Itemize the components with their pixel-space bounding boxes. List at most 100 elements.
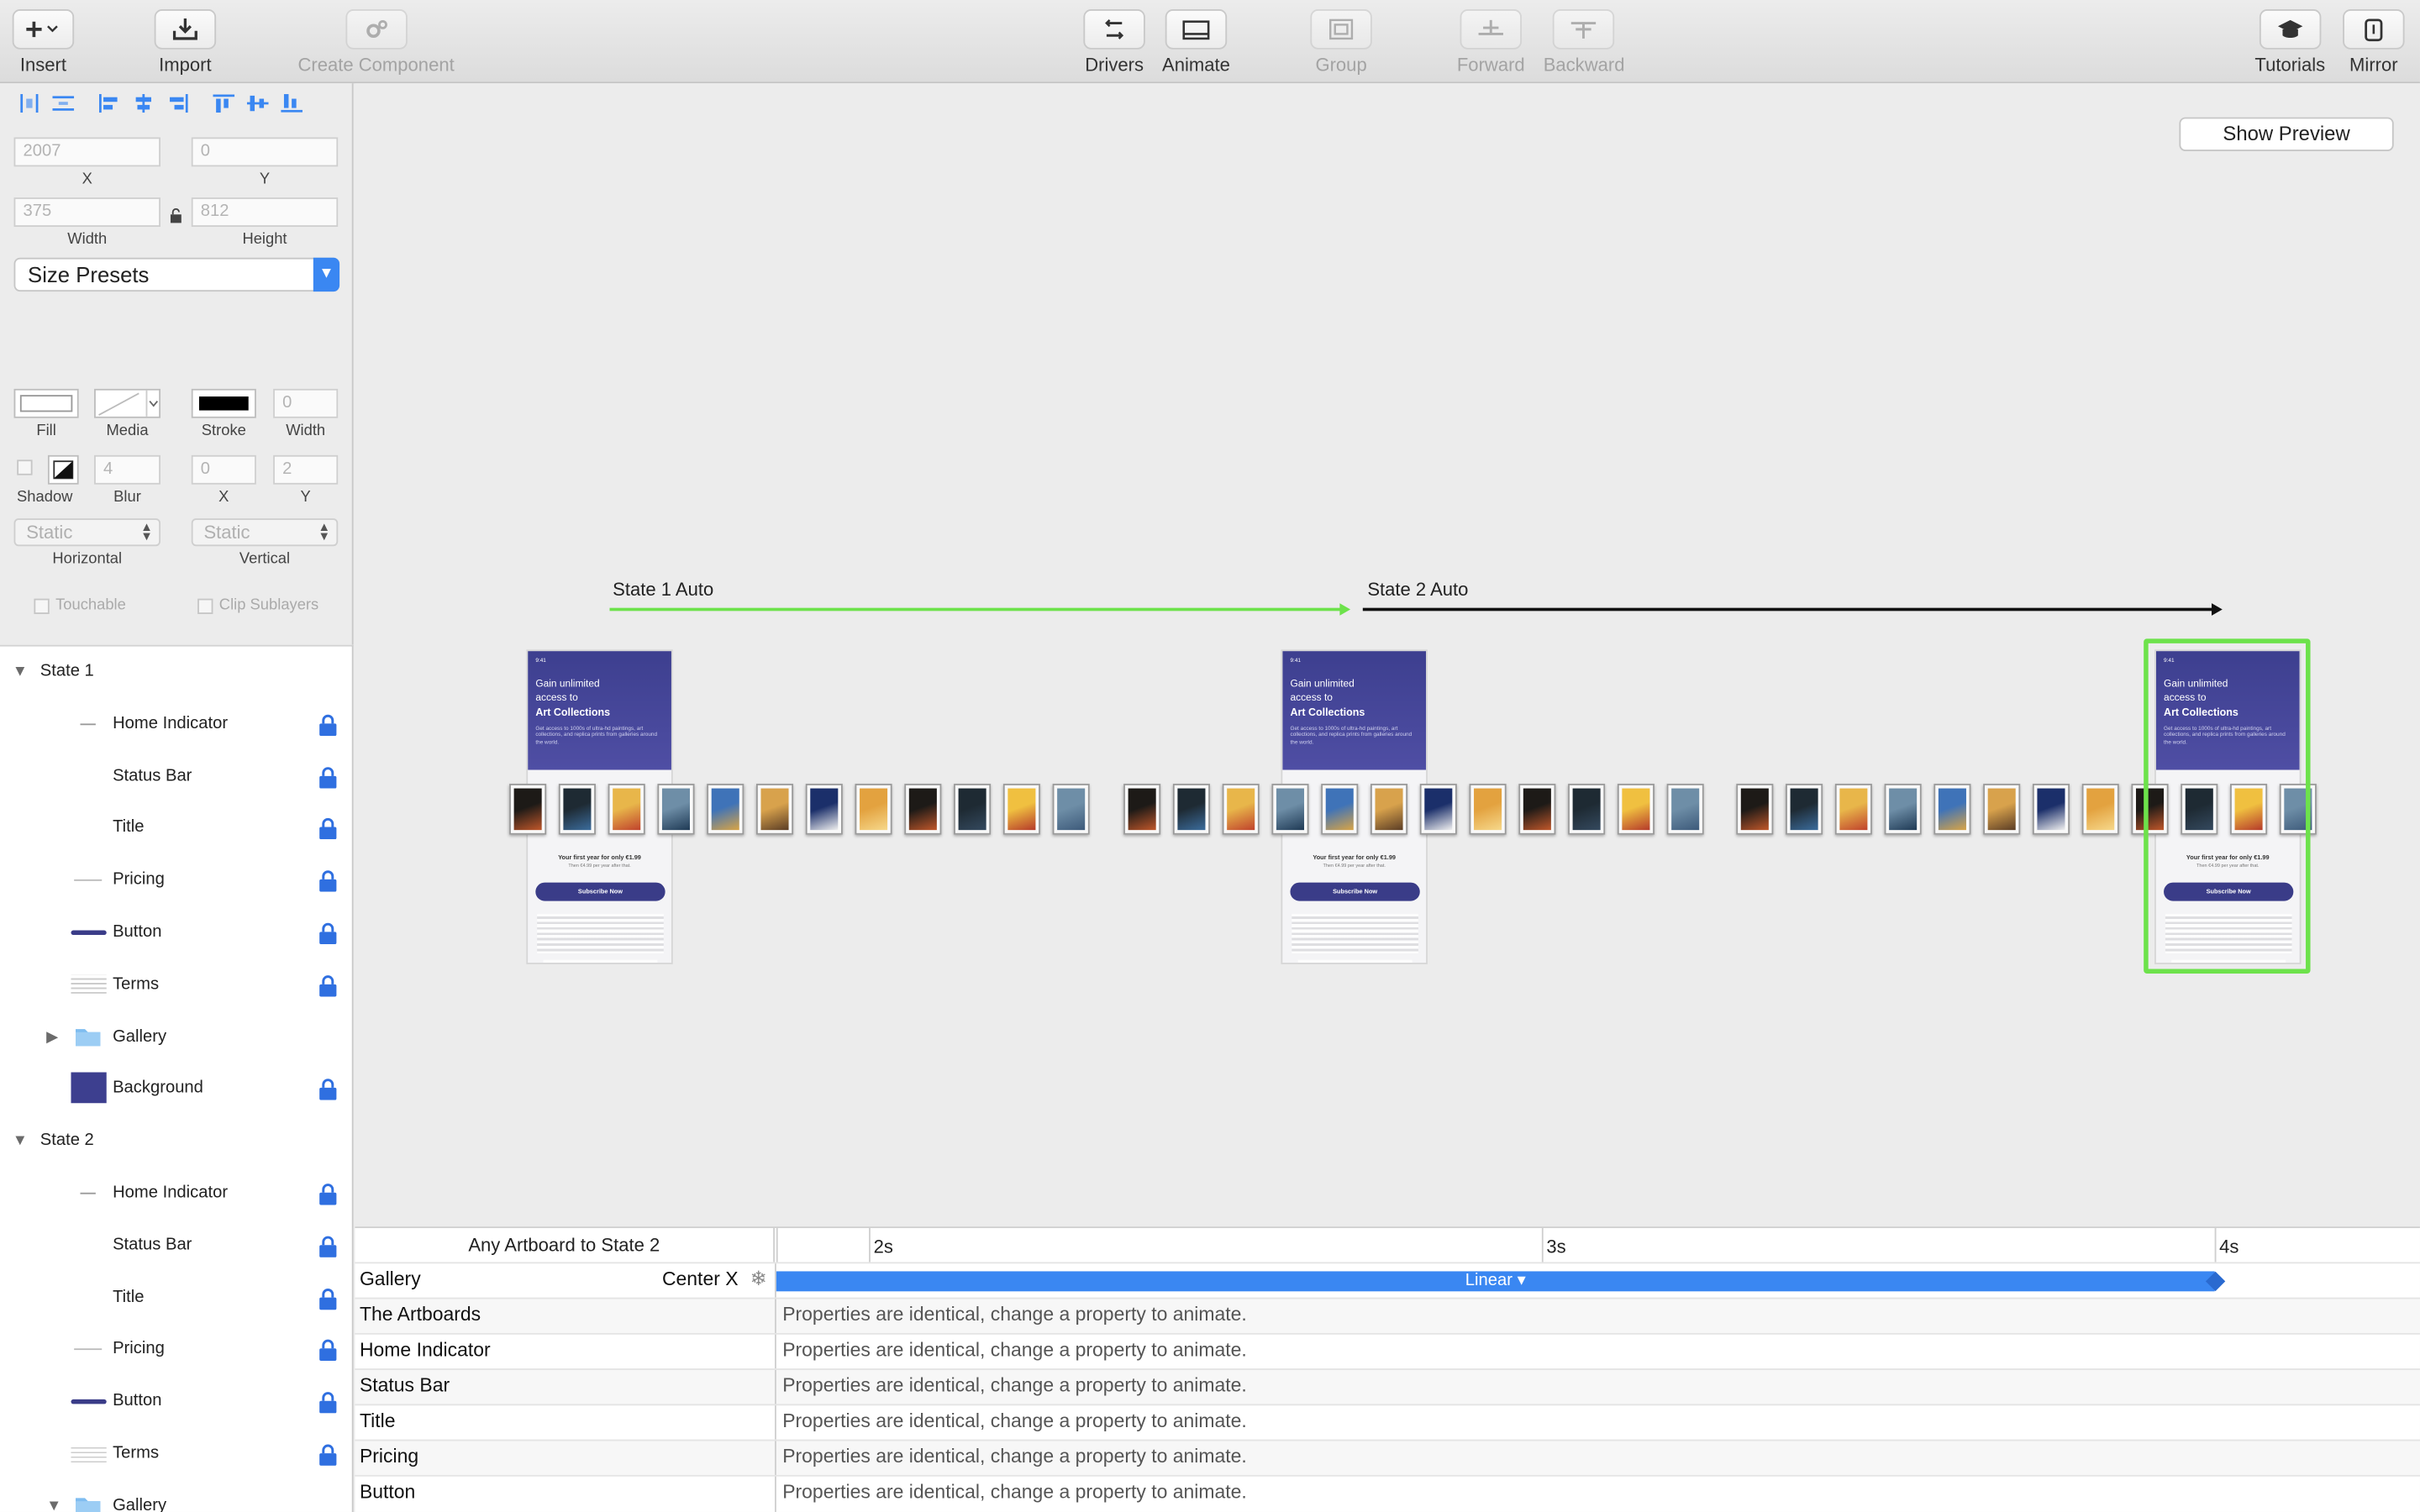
snowflake-icon[interactable]: ❄ bbox=[750, 1267, 767, 1291]
lock-icon[interactable] bbox=[318, 1184, 338, 1205]
layer-status-bar[interactable]: Status Bar bbox=[0, 751, 352, 803]
backward-button[interactable]: Backward bbox=[1544, 9, 1624, 76]
state-2-auto-label[interactable]: State 2 Auto bbox=[1367, 579, 1468, 601]
touchable-checkbox[interactable]: Touchable bbox=[34, 597, 126, 614]
align-left-icon[interactable] bbox=[96, 92, 124, 114]
height-field[interactable]: 812 bbox=[191, 197, 339, 227]
disclosure-open-icon[interactable]: ▼ bbox=[13, 664, 28, 680]
align-right-icon[interactable] bbox=[164, 92, 192, 114]
vertical-select[interactable]: Static ▲ ▼ bbox=[191, 518, 339, 547]
fill-swatch[interactable] bbox=[13, 388, 79, 418]
state-1-auto-label[interactable]: State 1 Auto bbox=[613, 579, 713, 601]
lock-icon[interactable] bbox=[318, 714, 338, 736]
mirror-button[interactable]: Mirror bbox=[2343, 9, 2405, 76]
create-component-button[interactable]: Create Component bbox=[297, 9, 455, 76]
mirror-label: Mirror bbox=[2349, 54, 2398, 76]
timeline-row[interactable]: Home Indicator Properties are identical, … bbox=[355, 1332, 2420, 1370]
lock-icon[interactable] bbox=[318, 870, 338, 892]
linear-curve-bar[interactable]: Linear ▾ bbox=[776, 1271, 2226, 1292]
stroke-width-field[interactable]: 0 bbox=[273, 388, 339, 418]
state-2-transition-arrow[interactable] bbox=[1362, 603, 2223, 616]
layer-background[interactable]: Background bbox=[0, 1063, 352, 1116]
timeline-row[interactable]: Button Properties are identical, change a… bbox=[355, 1473, 2420, 1512]
insert-button[interactable]: Insert bbox=[12, 9, 75, 76]
shadow-y-field[interactable]: 2 bbox=[273, 454, 339, 485]
drivers-button[interactable]: Drivers bbox=[1083, 9, 1145, 76]
gallery-painting-thumbnail bbox=[1666, 784, 1704, 835]
forward-button[interactable]: Forward bbox=[1457, 9, 1525, 76]
layer-button[interactable]: Button bbox=[0, 1377, 352, 1429]
blur-field[interactable]: 4 bbox=[94, 454, 161, 485]
x-field[interactable]: 2007 bbox=[13, 137, 161, 167]
row-divider bbox=[775, 1404, 776, 1441]
y-field[interactable]: 0 bbox=[191, 137, 339, 167]
lock-icon[interactable] bbox=[318, 1392, 338, 1414]
show-preview-button[interactable]: Show Preview bbox=[2179, 117, 2394, 151]
state-1-transition-arrow[interactable] bbox=[609, 603, 1351, 616]
timeline-panel: Any Artboard to State 2 2s 3s 4s Gallery… bbox=[355, 1226, 2420, 1512]
distribute-vertical-icon[interactable] bbox=[50, 92, 77, 114]
canvas[interactable]: Show Preview State 1 Auto State 2 Auto 9… bbox=[355, 83, 2420, 1227]
layer-terms[interactable]: Terms bbox=[0, 1429, 352, 1481]
painting-image bbox=[1325, 788, 1354, 831]
layer-title[interactable]: Title bbox=[0, 803, 352, 855]
lock-icon[interactable] bbox=[318, 1079, 338, 1101]
layer-pricing[interactable]: Pricing bbox=[0, 855, 352, 907]
keyframe-diamond-icon[interactable] bbox=[2205, 1271, 2226, 1292]
media-swatch[interactable] bbox=[94, 388, 161, 418]
lock-icon[interactable] bbox=[318, 1340, 338, 1362]
disclosure-open-icon[interactable]: ▼ bbox=[46, 1498, 61, 1512]
width-field[interactable]: 375 bbox=[13, 197, 161, 227]
layer-gallery[interactable]: ▶ Gallery bbox=[0, 1011, 352, 1063]
group-button[interactable]: Group bbox=[1310, 9, 1372, 76]
align-middle-icon[interactable] bbox=[244, 92, 271, 114]
clip-sublayers-checkbox[interactable]: Clip Sublayers bbox=[197, 597, 318, 614]
shadow-checkbox[interactable] bbox=[17, 459, 33, 475]
layer-button[interactable]: Button bbox=[0, 907, 352, 959]
timeline-row[interactable]: The Artboards Properties are identical, c… bbox=[355, 1297, 2420, 1335]
size-presets-select[interactable]: Size Presets ▼ bbox=[13, 257, 340, 292]
artboard-state-1[interactable]: 9:41 Gain unlimited access to Art Collect… bbox=[526, 649, 673, 964]
import-button[interactable]: Import bbox=[154, 9, 217, 76]
disclosure-open-icon[interactable]: ▼ bbox=[13, 1132, 28, 1149]
animate-button[interactable]: Animate bbox=[1162, 9, 1230, 76]
disclosure-closed-icon[interactable]: ▶ bbox=[46, 1028, 58, 1045]
distribute-horizontal-icon[interactable] bbox=[15, 92, 43, 114]
shadow-x-field[interactable]: 0 bbox=[191, 454, 256, 485]
align-bottom-icon[interactable] bbox=[278, 92, 306, 114]
timeline-row-gallery[interactable]: Gallery Center X ❄ Linear ▾ bbox=[355, 1262, 2420, 1299]
layer-pricing[interactable]: Pricing bbox=[0, 1325, 352, 1377]
tutorials-button[interactable]: Tutorials bbox=[2254, 9, 2325, 76]
align-center-icon[interactable] bbox=[129, 92, 157, 114]
selection-outline[interactable] bbox=[2144, 638, 2311, 974]
layer-home-indicator[interactable]: Home Indicator bbox=[0, 1168, 352, 1220]
timeline-row[interactable]: Pricing Properties are identical, change … bbox=[355, 1438, 2420, 1476]
layer-label: Gallery bbox=[113, 1496, 167, 1512]
layer-terms[interactable]: Terms bbox=[0, 959, 352, 1011]
lock-ratio-icon[interactable] bbox=[170, 203, 182, 231]
layer-home-indicator[interactable]: Home Indicator bbox=[0, 699, 352, 751]
gallery-painting-thumbnail bbox=[707, 784, 744, 835]
import-icon bbox=[154, 9, 217, 50]
lock-icon[interactable] bbox=[318, 1444, 338, 1466]
lock-icon[interactable] bbox=[318, 766, 338, 788]
align-top-icon[interactable] bbox=[210, 92, 238, 114]
gallery-painting-thumbnail bbox=[1983, 784, 2021, 835]
stroke-swatch[interactable] bbox=[191, 388, 256, 418]
lock-icon[interactable] bbox=[318, 1288, 338, 1310]
lock-icon[interactable] bbox=[318, 922, 338, 945]
lock-icon[interactable] bbox=[318, 818, 338, 840]
horizontal-select[interactable]: Static ▲ ▼ bbox=[13, 518, 161, 547]
shadow-color-swatch[interactable] bbox=[47, 454, 79, 485]
layer-gallery[interactable]: ▼ Gallery bbox=[0, 1481, 352, 1512]
layer-status-bar[interactable]: Status Bar bbox=[0, 1220, 352, 1272]
transition-title[interactable]: Any Artboard to State 2 bbox=[355, 1228, 776, 1263]
time-ruler[interactable]: 2s 3s 4s bbox=[776, 1228, 2420, 1263]
layer-title[interactable]: Title bbox=[0, 1273, 352, 1325]
layer-state-1[interactable]: ▼ State 1 bbox=[0, 647, 352, 699]
lock-icon[interactable] bbox=[318, 1236, 338, 1257]
layer-state-2[interactable]: ▼ State 2 bbox=[0, 1116, 352, 1168]
timeline-row[interactable]: Status Bar Properties are identical, chan… bbox=[355, 1368, 2420, 1405]
timeline-row[interactable]: Title Properties are identical, change a … bbox=[355, 1403, 2420, 1441]
lock-icon[interactable] bbox=[318, 974, 338, 997]
